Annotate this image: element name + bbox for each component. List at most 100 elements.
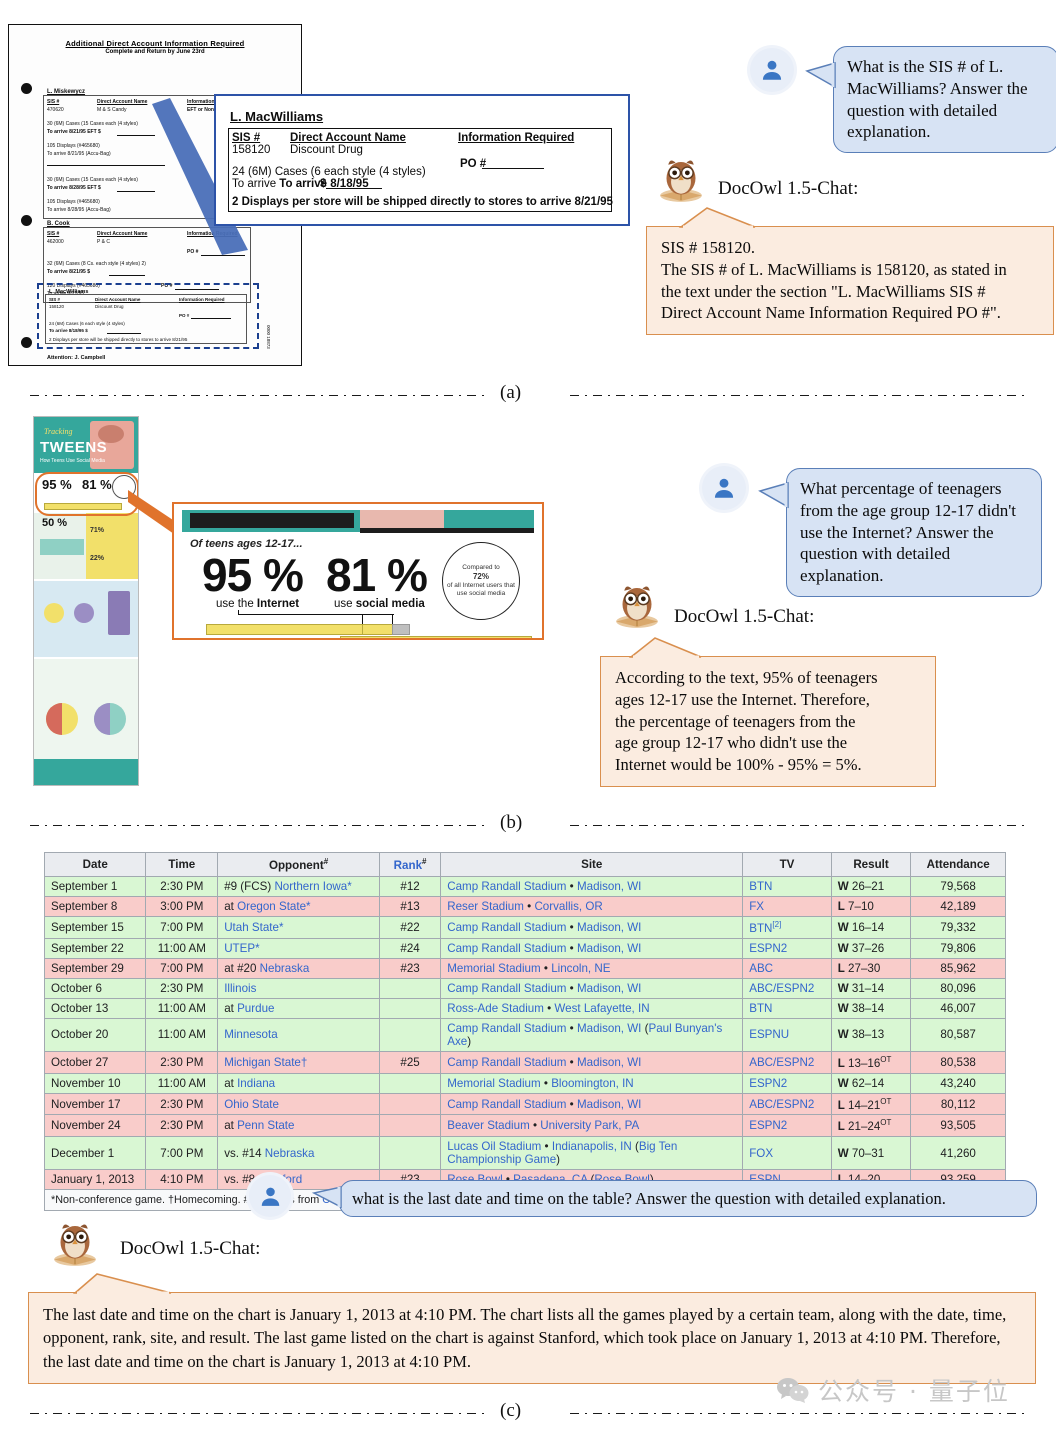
cell-date: November 17 [43,1092,147,1116]
cell-result: W 70–31 [830,1136,912,1171]
cell-date: November 10 [43,1072,147,1094]
table-row: October 6 2:30 PM Illinois Camp Randall Sta… [43,977,1006,999]
cell-attendance: 41,260 [910,1136,1006,1171]
hole-punch-top [21,83,32,94]
cell-attendance: 93,505 [910,1114,1006,1138]
cell-site: Camp Randall Stadium • Madison, WI [440,1092,744,1116]
table-row: September 15 7:00 PM Utah State* #22 Camp Ra… [43,915,1006,939]
cell-rank: #22 [378,915,442,939]
table-row: November 10 11:00 AM at Indiana Memorial St… [43,1072,1006,1094]
user-icon [714,478,734,498]
crop-caption-1-plain: use the [216,598,257,610]
cell-tv: ABC/ESPN2 [742,1092,832,1116]
user-icon [762,60,782,80]
cell-opponent: UTEP* [217,937,380,959]
table-row: September 29 7:00 PM at #20 Nebraska #23 Mem… [43,957,1006,979]
cell-tv: ESPNU [742,1017,832,1052]
cell-rank: #13 [378,895,442,917]
cell-tv: ABC/ESPN2 [742,977,832,999]
cell-date: December 1 [43,1136,147,1171]
answer-line-b-2: ages 12-17 use the Internet. Therefore, [615,689,870,709]
answer-tail-a [678,207,756,229]
col-rank-label: Rank [393,858,423,872]
cell-site: Camp Randall Stadium • Madison, WI [440,875,744,897]
thumb-highlight-band [35,472,138,516]
cell-attendance: 79,806 [910,937,1006,959]
table-row: September 22 11:00 AM UTEP* #24 Camp Randall… [43,937,1006,959]
cell-site: Camp Randall Stadium • Madison, WI [440,1050,744,1074]
divider-b-right [570,825,1026,826]
cell-time: 2:30 PM [145,1114,219,1138]
cell-date: September 15 [43,915,147,939]
cell-site: Camp Randall Stadium • Madison, WI (Paul… [440,1017,744,1052]
user-avatar-c [249,1175,291,1217]
cell-tv: BTN [742,997,832,1019]
owl-icon [660,160,702,202]
cell-attendance: 80,587 [910,1017,1006,1052]
docowl-avatar-b [608,578,666,636]
section-label-b: (b) [500,812,523,833]
cell-date: September 22 [43,937,147,959]
table-header-row: Date Time Opponent# Rank# Site TV Result… [43,852,1006,877]
thumb-stat-71: 71% [90,527,105,534]
col-opponent: Opponent# [217,852,380,877]
answer-line-b-1: According to the text, 95% of teenagers [615,668,878,687]
cell-result: W 38–14 [830,997,912,1019]
cell-attendance: 43,240 [910,1072,1006,1094]
col-opponent-mark: # [323,857,329,866]
cell-result: W 16–14 [830,915,912,939]
owl-icon [54,1224,96,1266]
cell-time: 11:00 AM [145,1072,219,1094]
doc-attention: Attention: J. Campbell [47,355,106,361]
cell-tv: ESPN2 [742,1114,832,1138]
cell-opponent: Minnesota [217,1017,380,1052]
watermark: 公众号 · 量子位 [776,1372,1010,1408]
answer-line-a-2: The SIS # of L. MacWilliams is 158120, a… [661,259,1007,279]
answer-line-b-5: Internet would be 100% - 95% = 5%. [615,755,862,775]
cell-rank: #25 [378,1050,442,1074]
callout-value: 72% [472,571,489,581]
watermark-text: 公众号 · 量子位 [818,1377,1010,1406]
infographic-thumbnail: TWEENS Tracking How Teens Use Social Med… [33,416,139,786]
cell-attendance: 80,096 [910,977,1006,999]
table-row: November 24 2:30 PM at Penn State Beaver St… [43,1114,1006,1138]
cell-date: November 24 [43,1114,147,1138]
crop-bar-rest [392,624,410,635]
wechat-icon [777,1378,809,1403]
cell-tv: BTN[2] [742,915,832,939]
hole-punch-bottom [21,337,32,348]
table-row: October 13 11:00 AM at Purdue Ross-Ade Stad… [43,997,1006,1019]
divider-b-left [30,825,484,826]
docowl-label-c: DocOwl 1.5-Chat: [120,1238,261,1259]
cell-attendance: 46,007 [910,997,1006,1019]
cell-opponent: #9 (FCS) Northern Iowa* [217,875,380,897]
cell-time: 11:00 AM [145,997,219,1019]
col-rank-mark: # [422,857,427,866]
user-avatar-a [750,48,794,92]
question-text-a: What is the SIS # of L. MacWilliams? Ans… [847,57,1028,142]
cell-time: 7:00 PM [145,1136,219,1171]
thumb-stat-50: 50 % [42,517,68,529]
cell-opponent: at Purdue [217,997,380,1019]
cell-date: October 20 [43,1017,147,1052]
col-result: Result [830,852,912,877]
cell-opponent: Utah State* [217,915,380,939]
cell-time: 2:30 PM [145,1050,219,1074]
question-bubble-a: What is the SIS # of L. MacWilliams? Ans… [805,46,1056,153]
schedule-table: Date Time Opponent# Rank# Site TV Result… [43,852,1006,1212]
zoom-panel-a: L. MacWilliams SIS # Direct Account Name… [214,94,630,226]
bubble-tail-c [311,1186,342,1209]
cell-opponent: at Penn State [217,1114,380,1138]
cell-attendance: 80,112 [910,1092,1006,1116]
cell-site: Camp Randall Stadium • Madison, WI [440,937,744,959]
question-text-c: what is the last date and time on the ta… [352,1189,946,1208]
table-body: September 1 2:30 PM #9 (FCS) Northern Iowa… [43,875,1006,1191]
cell-result: L 27–30 [830,957,912,979]
footnote-p1: *Non-conference game. [51,1194,169,1207]
cell-opponent: Illinois [217,977,380,999]
footnote-p2: †Homecoming. [168,1194,244,1207]
table-row: September 1 2:30 PM #9 (FCS) Northern Iowa… [43,875,1006,897]
table-row: December 1 7:00 PM vs. #14 Nebraska Lucas O… [43,1136,1006,1171]
cell-time: 11:00 AM [145,1017,219,1052]
bubble-tail-a [805,62,836,89]
